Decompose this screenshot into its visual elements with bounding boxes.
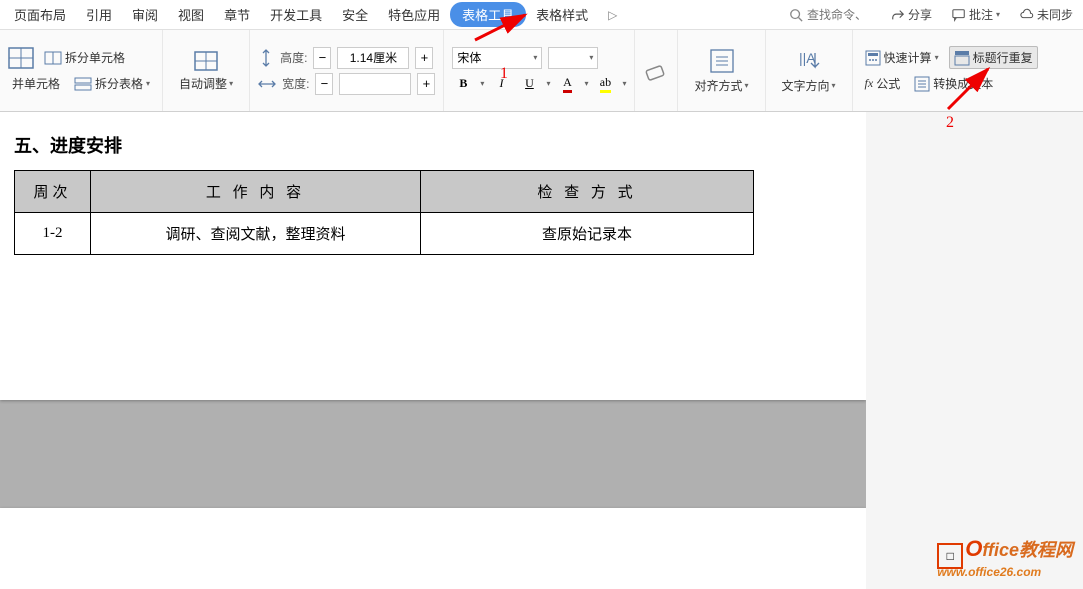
group-font: 宋体 ▾ ▾ B▾ I U▾ A▾ ab▾ xyxy=(444,30,635,111)
text-direction-button[interactable]: ||A 文字方向▾ xyxy=(774,43,844,98)
table-icon[interactable] xyxy=(8,47,34,69)
fx-icon: fx xyxy=(865,76,874,91)
section-heading: 五、进度安排 xyxy=(14,132,852,158)
chevron-down-icon: ▾ xyxy=(589,53,593,62)
height-input[interactable] xyxy=(337,47,409,69)
tab-dev-tools[interactable]: 开发工具 xyxy=(260,1,332,28)
chevron-down-icon[interactable]: ▾ xyxy=(622,79,626,88)
bold-button[interactable]: B xyxy=(452,73,474,95)
share-button[interactable]: 分享 xyxy=(885,4,938,25)
underline-button[interactable]: U xyxy=(518,73,540,95)
chevron-down-icon[interactable]: ▾ xyxy=(584,79,588,88)
comment-button[interactable]: 批注 ▾ xyxy=(946,4,1006,25)
ribbon: 拆分单元格 并单元格 拆分表格 ▾ 自动调整▾ 高度: − + xyxy=(0,30,1083,112)
split-cells-icon xyxy=(44,51,62,65)
group-cells: 拆分单元格 并单元格 拆分表格 ▾ xyxy=(0,30,163,111)
split-table-icon xyxy=(74,77,92,91)
page-gap xyxy=(0,400,866,508)
header-repeat-button[interactable]: 标题行重复 xyxy=(949,46,1038,69)
chevron-down-icon[interactable]: ▾ xyxy=(480,79,484,88)
overflow-icon[interactable]: ▷ xyxy=(598,4,627,26)
document-area: 五、进度安排 周次 工 作 内 容 检 查 方 式 1-2 调研、查阅文献，整理… xyxy=(0,112,866,589)
split-table-button[interactable]: 拆分表格 ▾ xyxy=(70,73,154,94)
annotation-1: 1 xyxy=(500,65,508,83)
page-2[interactable]: 3-4 外文翻译、整理，撰写开题报告 查原始记录本及翻译资料、开题报告 xyxy=(0,508,866,589)
chevron-down-icon: ▾ xyxy=(996,10,1000,19)
group-autofit: 自动调整▾ xyxy=(163,30,250,111)
comment-icon xyxy=(952,8,966,22)
height-label: 高度: xyxy=(280,49,307,66)
table-row[interactable]: 1-2 调研、查阅文献，整理资料 查原始记录本 xyxy=(15,213,754,255)
watermark-logo-icon: □ xyxy=(937,543,963,569)
chevron-down-icon: ▾ xyxy=(146,79,150,88)
font-color-button[interactable]: A xyxy=(556,73,578,95)
tab-table-tools[interactable]: 表格工具 xyxy=(450,2,526,27)
font-size-combo[interactable]: ▾ xyxy=(548,47,598,69)
watermark: □OOffice教程网ffice教程网 www.office26.com xyxy=(937,536,1073,579)
formula-button[interactable]: fx 公式 xyxy=(861,73,905,94)
schedule-table[interactable]: 周次 工 作 内 容 检 查 方 式 1-2 调研、查阅文献，整理资料 查原始记… xyxy=(14,170,754,255)
group-calc: 快速计算 ▾ 标题行重复 fx 公式 转换成文本 xyxy=(853,30,1046,111)
autofit-icon xyxy=(192,49,220,73)
align-button[interactable]: 对齐方式▾ xyxy=(686,43,756,98)
split-cells-button[interactable]: 拆分单元格 xyxy=(40,47,129,68)
height-plus-button[interactable]: + xyxy=(415,47,433,69)
height-icon xyxy=(258,49,274,67)
width-minus-button[interactable]: − xyxy=(315,73,333,95)
calculator-icon xyxy=(865,50,881,66)
group-eraser xyxy=(635,30,678,111)
sync-button[interactable]: 未同步 xyxy=(1014,4,1079,25)
header-repeat-icon xyxy=(954,50,970,66)
tab-review[interactable]: 审阅 xyxy=(122,1,168,28)
header-week: 周次 xyxy=(15,171,91,213)
text-direction-icon: ||A xyxy=(795,47,823,75)
width-icon xyxy=(258,76,276,92)
annotation-2: 2 xyxy=(946,114,954,132)
autofit-button[interactable]: 自动调整▾ xyxy=(171,45,241,96)
align-icon xyxy=(708,47,736,75)
chevron-down-icon[interactable]: ▾ xyxy=(546,79,550,88)
header-content: 工 作 内 容 xyxy=(91,171,421,213)
share-icon xyxy=(891,8,905,22)
search-icon xyxy=(789,8,803,22)
chevron-down-icon: ▾ xyxy=(745,81,749,90)
cell-check[interactable]: 查原始记录本 xyxy=(421,213,754,255)
chevron-down-icon: ▾ xyxy=(533,53,537,62)
convert-text-button[interactable]: 转换成文本 xyxy=(910,73,997,94)
tab-special[interactable]: 特色应用 xyxy=(378,1,450,28)
cell-week[interactable]: 1-2 xyxy=(15,213,91,255)
tab-page-layout[interactable]: 页面布局 xyxy=(4,1,76,28)
chevron-down-icon: ▾ xyxy=(935,53,939,62)
group-text-dir: ||A 文字方向▾ xyxy=(766,30,853,111)
chevron-down-icon: ▾ xyxy=(229,79,233,88)
tab-security[interactable]: 安全 xyxy=(332,1,378,28)
table-header-row: 周次 工 作 内 容 检 查 方 式 xyxy=(15,171,754,213)
command-search[interactable] xyxy=(789,8,877,22)
tab-table-style[interactable]: 表格样式 xyxy=(526,1,598,28)
tab-chapter[interactable]: 章节 xyxy=(214,1,260,28)
quick-calc-button[interactable]: 快速计算 ▾ xyxy=(861,47,943,68)
font-family-combo[interactable]: 宋体 ▾ xyxy=(452,47,542,69)
header-check: 检 查 方 式 xyxy=(421,171,754,213)
merge-cells-button[interactable]: 并单元格 xyxy=(8,73,64,94)
highlight-button[interactable]: ab xyxy=(594,73,616,95)
cloud-icon xyxy=(1020,8,1034,22)
page-1[interactable]: 五、进度安排 周次 工 作 内 容 检 查 方 式 1-2 调研、查阅文献，整理… xyxy=(0,112,866,400)
width-label: 宽度: xyxy=(282,75,309,92)
tab-bar: 页面布局 引用 审阅 视图 章节 开发工具 安全 特色应用 表格工具 表格样式 … xyxy=(0,0,1083,30)
convert-text-icon xyxy=(914,76,930,92)
eraser-icon[interactable] xyxy=(643,58,669,84)
svg-text:||A: ||A xyxy=(799,50,816,66)
search-input[interactable] xyxy=(807,8,877,22)
tab-reference[interactable]: 引用 xyxy=(76,1,122,28)
right-panel xyxy=(866,112,1083,589)
height-minus-button[interactable]: − xyxy=(313,47,331,69)
group-dimensions: 高度: − + 宽度: − + xyxy=(250,30,444,111)
tab-view[interactable]: 视图 xyxy=(168,1,214,28)
width-input[interactable] xyxy=(339,73,411,95)
group-align: 对齐方式▾ xyxy=(678,30,765,111)
cell-content[interactable]: 调研、查阅文献，整理资料 xyxy=(91,213,421,255)
chevron-down-icon: ▾ xyxy=(832,81,836,90)
width-plus-button[interactable]: + xyxy=(417,73,435,95)
